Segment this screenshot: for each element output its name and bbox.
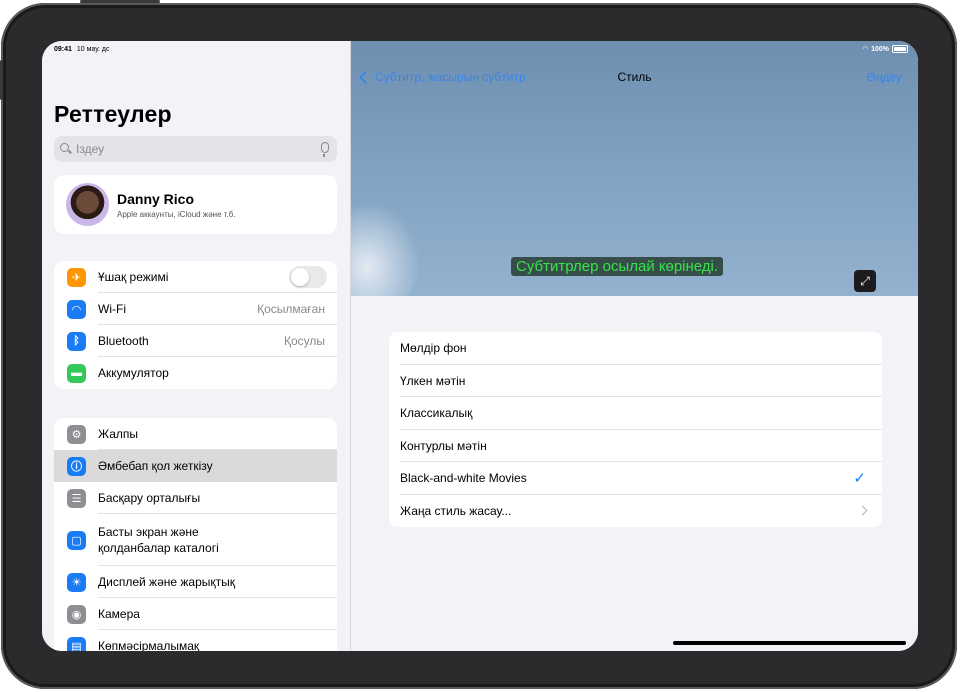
home-indicator[interactable] — [673, 641, 906, 645]
style-option-label: Контурлы мәтін — [400, 438, 487, 453]
style-option[interactable]: Классикалық — [389, 397, 882, 430]
sidebar-item-label: Дисплей және жарықтық — [98, 575, 235, 589]
settings-sidebar: 09:41 10 мау. дс Реттеулер Іздеу Danny R… — [42, 41, 351, 651]
sidebar-item-label: Ұшақ режимі — [98, 270, 169, 284]
bluetooth-status: Қосулы — [283, 334, 325, 348]
sidebar-item-label: Басты экран және қолданбалар каталогі — [98, 525, 219, 555]
subtitle-preview: ◠ 100% Субтитр, жасырын субтитр Стиль Өң… — [351, 41, 918, 296]
checkmark-icon: ✓ — [853, 470, 866, 488]
status-time: 09:41 — [54, 46, 72, 53]
home-screen-icon: ▢ — [67, 530, 86, 550]
sidebar-item-label: Басқару орталығы — [98, 491, 201, 505]
nav-title: Стиль — [617, 70, 652, 84]
wifi-status-icon: ◠ — [862, 46, 869, 53]
edit-button[interactable]: Өңдеу — [866, 70, 902, 84]
search-field[interactable]: Іздеу — [54, 136, 337, 162]
style-option-label: Black-and-white Movies — [400, 471, 527, 486]
status-date: 10 мау. дс — [76, 46, 110, 53]
status-indicators: ◠ 100% — [863, 45, 908, 53]
connectivity-group: ✈ Ұшақ режимі ◠ Wi-Fi Қосылмаған ᛒ Bluet… — [54, 261, 337, 389]
style-list: Мөлдір фон Үлкен мәтін Классикалық Конту… — [389, 332, 882, 527]
camera-icon: ◉ — [67, 604, 86, 624]
sidebar-item-control-center[interactable]: ☰ Басқару орталығы — [54, 482, 337, 514]
sidebar-item-label: Көпмәсірмалымақ — [98, 639, 200, 651]
gear-icon: ⚙ — [67, 424, 86, 444]
brightness-icon: ☀ — [67, 572, 86, 592]
style-option-label: Үлкен мәтін — [400, 373, 466, 388]
general-group: ⚙ Жалпы ⓘ Әмбебап қол жеткізу ☰ Басқару … — [54, 418, 337, 651]
chevron-right-icon — [857, 505, 868, 516]
sidebar-item-label: Wi-Fi — [98, 302, 126, 316]
sidebar-item-battery[interactable]: ▬ Аккумулятор — [54, 357, 337, 389]
profile-subtitle: Apple аккаунты, iCloud және т.б. — [117, 210, 236, 219]
sidebar-item-multitasking[interactable]: ▤ Көпмәсірмалымақ — [54, 630, 337, 651]
sidebar-item-label: Аккумулятор — [98, 366, 169, 380]
sidebar-item-home-screen[interactable]: ▢ Басты экран және қолданбалар каталогі — [54, 514, 337, 566]
sidebar-item-general[interactable]: ⚙ Жалпы — [54, 418, 337, 450]
sidebar-item-camera[interactable]: ◉ Камера — [54, 598, 337, 630]
subtitle-sample-text: Субтитрлер осылай көрінеді. — [511, 257, 724, 276]
bluetooth-icon: ᛒ — [67, 331, 86, 351]
sidebar-item-display[interactable]: ☀ Дисплей және жарықтық — [54, 566, 337, 598]
sidebar-item-label: Жалпы — [98, 427, 139, 441]
sidebar-item-label: Камера — [98, 607, 140, 621]
battery-percent: 100% — [871, 45, 889, 53]
style-option-label: Мөлдір фон — [400, 341, 467, 356]
page-title: Реттеулер — [54, 101, 172, 127]
airplane-mode-toggle[interactable] — [289, 266, 327, 288]
control-center-icon: ☰ — [67, 488, 86, 508]
style-option[interactable]: Үлкен мәтін — [389, 365, 882, 397]
sidebar-item-bluetooth[interactable]: ᛒ Bluetooth Қосулы — [54, 325, 337, 357]
multitasking-icon: ▤ — [67, 636, 86, 651]
sidebar-item-label: Әмбебап қол жеткізу — [98, 459, 213, 473]
microphone-icon[interactable] — [321, 142, 329, 157]
expand-icon[interactable]: ⤢ — [854, 270, 876, 292]
sidebar-item-accessibility[interactable]: ⓘ Әмбебап қол жеткізу — [54, 450, 337, 482]
profile-name: Danny Rico — [117, 191, 195, 207]
sidebar-item-label: Bluetooth — [98, 334, 149, 348]
sidebar-item-airplane-mode[interactable]: ✈ Ұшақ режимі — [54, 261, 337, 293]
screen: 09:41 10 мау. дс Реттеулер Іздеу Danny R… — [42, 41, 918, 651]
apple-account-card[interactable]: Danny Rico Apple аккаунты, iCloud және т… — [54, 175, 337, 234]
volume-button — [0, 60, 3, 100]
accessibility-icon: ⓘ — [67, 456, 86, 476]
wifi-icon: ◠ — [67, 299, 86, 319]
cloud-image — [351, 201, 421, 296]
style-option-label: Классикалық — [400, 406, 473, 421]
search-icon — [60, 143, 72, 155]
avatar — [66, 183, 109, 226]
create-new-style-button[interactable]: Жаңа стиль жасау... — [389, 495, 882, 528]
battery-icon: ▬ — [67, 363, 86, 383]
style-option-selected[interactable]: Black-and-white Movies ✓ — [389, 462, 882, 495]
search-placeholder: Іздеу — [76, 142, 105, 156]
top-button — [80, 0, 160, 3]
wifi-status: Қосылмаған — [257, 302, 325, 316]
style-option[interactable]: Контурлы мәтін — [389, 430, 882, 462]
sidebar-item-wifi[interactable]: ◠ Wi-Fi Қосылмаған — [54, 293, 337, 325]
style-option-label: Жаңа стиль жасау... — [400, 503, 512, 518]
airplane-icon: ✈ — [67, 267, 86, 287]
battery-status-icon — [892, 45, 908, 53]
detail-pane: ◠ 100% Субтитр, жасырын субтитр Стиль Өң… — [351, 41, 918, 651]
style-option[interactable]: Мөлдір фон — [389, 332, 882, 365]
status-time-date: 09:41 10 мау. дс — [54, 46, 113, 53]
